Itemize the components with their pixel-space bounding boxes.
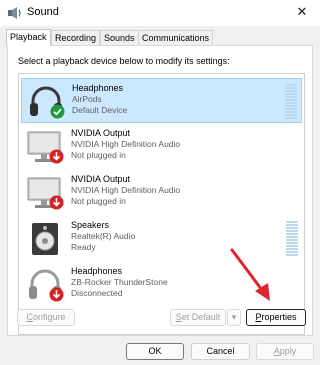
device-name: Speakers <box>71 220 110 230</box>
configure-button[interactable]: Configure <box>17 309 75 326</box>
speaker-icon <box>32 223 58 255</box>
tab-communications[interactable]: Communications <box>138 30 214 45</box>
unplugged-badge-icon <box>49 149 64 164</box>
device-model: AirPods <box>72 94 102 104</box>
check-badge-icon <box>50 104 65 119</box>
title-bar: Sound ✕ <box>0 0 320 26</box>
properties-button[interactable]: Properties <box>246 309 306 326</box>
device-text: Headphones AirPods Default Device <box>72 83 127 116</box>
device-text: NVIDIA Output NVIDIA High Definition Aud… <box>71 174 180 207</box>
properties-button-label: roperties <box>261 312 297 322</box>
device-model: Realtek(R) Audio <box>71 231 136 241</box>
unplugged-badge-icon <box>49 195 64 210</box>
unplugged-badge-icon <box>49 287 64 302</box>
close-button[interactable]: ✕ <box>290 2 314 22</box>
device-name: Headphones <box>72 83 124 93</box>
device-status: Not plugged in <box>71 150 126 160</box>
apply-button-label: pply <box>279 346 297 356</box>
device-status: Not plugged in <box>71 196 126 206</box>
device-text: NVIDIA Output NVIDIA High Definition Aud… <box>71 128 180 161</box>
cancel-button[interactable]: Cancel <box>191 343 250 360</box>
set-default-button[interactable]: Set Default <box>170 309 226 326</box>
tab-recording[interactable]: Recording <box>51 30 101 45</box>
annotation-arrow-icon <box>230 248 270 301</box>
device-text: Speakers Realtek(R) Audio Ready <box>71 220 135 253</box>
device-item-nvidia-output-2[interactable]: NVIDIA Output NVIDIA High Definition Aud… <box>21 170 302 215</box>
device-item-headphones-airpods[interactable]: Headphones AirPods Default Device <box>21 78 302 123</box>
window-title: Sound <box>27 6 59 18</box>
tab-sounds[interactable]: Sounds <box>100 30 139 45</box>
apply-button[interactable]: Apply <box>256 343 314 360</box>
device-name: NVIDIA Output <box>71 128 131 138</box>
device-status: Default Device <box>72 105 128 115</box>
device-model: ZB-Rocker ThunderStone <box>71 277 168 287</box>
volume-meter <box>285 84 297 120</box>
device-item-nvidia-output-1[interactable]: NVIDIA Output NVIDIA High Definition Aud… <box>21 124 302 169</box>
device-name: Headphones <box>71 266 123 276</box>
device-status: Disconnected <box>71 288 123 298</box>
device-text: Headphones ZB-Rocker ThunderStone Discon… <box>71 266 168 299</box>
tab-playback[interactable]: Playback <box>6 29 51 46</box>
speaker-app-icon <box>8 7 21 19</box>
set-default-button-label: et Default <box>181 312 221 322</box>
ok-button[interactable]: OK <box>126 343 184 360</box>
device-model: NVIDIA High Definition Audio <box>71 185 181 195</box>
instruction-text: Select a playback device below to modify… <box>18 56 230 66</box>
set-default-dropdown-button[interactable]: ▾ <box>227 309 241 326</box>
volume-meter <box>286 221 298 257</box>
device-status: Ready <box>71 242 96 252</box>
device-name: NVIDIA Output <box>71 174 131 184</box>
device-model: NVIDIA High Definition Audio <box>71 139 181 149</box>
configure-button-label: onfigure <box>32 312 66 322</box>
